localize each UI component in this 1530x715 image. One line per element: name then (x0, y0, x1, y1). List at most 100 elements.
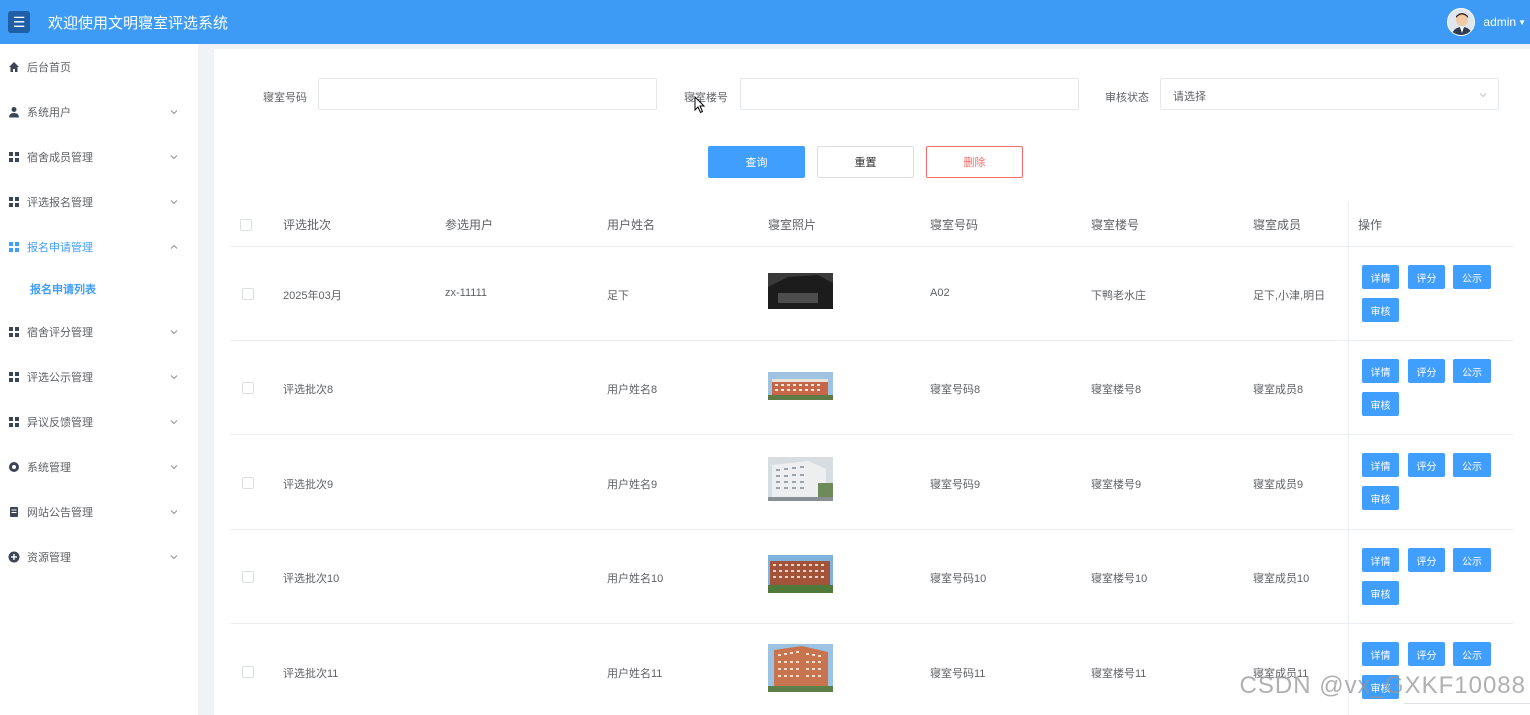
audit-button[interactable]: 审核 (1362, 486, 1399, 510)
sidebar-item-resources[interactable]: 资源管理 (0, 542, 198, 572)
search-button[interactable]: 查询 (708, 146, 805, 178)
chevron-up-icon (170, 244, 178, 249)
row-checkbox[interactable] (242, 477, 254, 489)
hamburger-icon: ☰ (12, 14, 26, 30)
cell-members: 寝室成员8 (1253, 384, 1304, 396)
cell-batch: 评选批次11 (283, 668, 339, 680)
cell-building: 下鸭老水庄 (1091, 290, 1146, 302)
dorm-photo[interactable] (768, 273, 833, 309)
cell-name: 用户姓名9 (607, 479, 658, 491)
column-header-name: 用户姓名 (607, 218, 656, 232)
reset-button[interactable]: 重置 (817, 146, 914, 178)
select-all-checkbox[interactable] (240, 219, 252, 231)
column-header-room-no: 寝室号码 (930, 218, 979, 232)
cell-name: 用户姓名8 (607, 384, 658, 396)
dorm-photo[interactable] (768, 555, 833, 593)
chevron-down-icon (170, 555, 178, 560)
chevron-down-icon (1479, 93, 1487, 98)
sidebar-item-label: 后台首页 (27, 62, 71, 74)
row-checkbox[interactable] (242, 666, 254, 678)
column-header-building: 寝室楼号 (1091, 218, 1140, 232)
ime-toolbar (1404, 703, 1530, 715)
status-select[interactable]: 请选择 (1160, 78, 1499, 110)
gear-icon (8, 461, 20, 473)
grid-icon (8, 151, 20, 163)
publicize-button[interactable]: 公示 (1453, 642, 1491, 666)
publicize-button[interactable]: 公示 (1453, 453, 1491, 477)
sidebar-item-announcements[interactable]: 网站公告管理 (0, 497, 198, 527)
cell-name: 用户姓名11 (607, 668, 663, 680)
column-header-actions: 操作 (1358, 218, 1383, 232)
score-button[interactable]: 评分 (1408, 453, 1445, 477)
table-divider (230, 529, 1513, 530)
dorm-photo[interactable] (768, 372, 833, 400)
sidebar-item-objection-feedback[interactable]: 异议反馈管理 (0, 407, 198, 437)
chevron-down-icon (170, 155, 178, 160)
sidebar-item-publicity[interactable]: 评选公示管理 (0, 362, 198, 392)
sidebar-item-label: 宿舍成员管理 (27, 152, 93, 164)
row-checkbox[interactable] (242, 571, 254, 583)
sidebar: 后台首页 系统用户 宿舍成员管理 评选报名管理 报名申请管理 报名申请列表 宿舍… (0, 44, 198, 715)
score-button[interactable]: 评分 (1408, 548, 1445, 572)
chevron-down-icon[interactable]: ▼ (1518, 18, 1526, 27)
column-header-members: 寝室成员 (1253, 218, 1302, 232)
detail-button[interactable]: 详情 (1362, 548, 1399, 572)
audit-button[interactable]: 审核 (1362, 298, 1399, 322)
cell-building: 寝室楼号11 (1091, 668, 1147, 680)
plus-circle-icon (8, 551, 20, 563)
avatar[interactable] (1447, 8, 1476, 36)
column-header-participant: 参选用户 (445, 218, 494, 232)
sidebar-item-signup-applications[interactable]: 报名申请管理 (0, 232, 198, 262)
publicize-button[interactable]: 公示 (1453, 265, 1491, 289)
sidebar-item-dorm-members[interactable]: 宿舍成员管理 (0, 142, 198, 172)
building-input[interactable] (740, 78, 1079, 110)
chevron-down-icon (170, 420, 178, 425)
cell-building: 寝室楼号10 (1091, 573, 1148, 585)
chevron-down-icon (170, 330, 178, 335)
detail-button[interactable]: 详情 (1362, 453, 1399, 477)
watermark: CSDN @vx_GXKF10088 (1239, 672, 1526, 699)
sidebar-item-label: 网站公告管理 (27, 507, 93, 519)
row-checkbox[interactable] (242, 288, 254, 300)
row-checkbox[interactable] (242, 382, 254, 394)
column-header-batch: 评选批次 (283, 218, 332, 232)
audit-button[interactable]: 审核 (1362, 392, 1399, 416)
grid-icon (8, 241, 20, 253)
score-button[interactable]: 评分 (1408, 265, 1445, 289)
dorm-photo[interactable] (768, 457, 833, 501)
score-button[interactable]: 评分 (1408, 359, 1445, 383)
room-no-input[interactable] (318, 78, 657, 110)
publicize-button[interactable]: 公示 (1453, 548, 1491, 572)
user-icon (8, 106, 20, 118)
menu-toggle-button[interactable]: ☰ (8, 11, 30, 33)
top-header: ☰ 欢迎使用文明寝室评选系统 admin ▼ (0, 0, 1530, 44)
cell-participant: zx-11111 (445, 287, 487, 299)
cell-room-no: 寝室号码11 (930, 668, 986, 680)
sidebar-subitem-signup-list[interactable]: 报名申请列表 (30, 281, 96, 297)
score-button[interactable]: 评分 (1408, 642, 1445, 666)
sidebar-item-selection-signup[interactable]: 评选报名管理 (0, 187, 198, 217)
username[interactable]: admin (1483, 15, 1516, 29)
publicize-button[interactable]: 公示 (1453, 359, 1491, 383)
status-select-placeholder: 请选择 (1173, 91, 1206, 103)
sidebar-item-system-users[interactable]: 系统用户 (0, 97, 198, 127)
user-menu[interactable]: admin ▼ (1447, 0, 1530, 44)
sidebar-item-home[interactable]: 后台首页 (0, 52, 198, 82)
chevron-down-icon (170, 110, 178, 115)
table-divider (230, 246, 1513, 247)
table-divider (230, 434, 1513, 435)
table-divider (230, 340, 1513, 341)
fixed-column-border (1348, 201, 1349, 715)
detail-button[interactable]: 详情 (1362, 265, 1399, 289)
dorm-photo[interactable] (768, 644, 833, 692)
sidebar-item-label: 宿舍评分管理 (27, 327, 93, 339)
app-title: 欢迎使用文明寝室评选系统 (48, 14, 229, 32)
chevron-down-icon (170, 375, 178, 380)
sidebar-item-dorm-scoring[interactable]: 宿舍评分管理 (0, 317, 198, 347)
audit-button[interactable]: 审核 (1362, 581, 1399, 605)
detail-button[interactable]: 详情 (1362, 642, 1399, 666)
sidebar-item-system-management[interactable]: 系统管理 (0, 452, 198, 482)
detail-button[interactable]: 详情 (1362, 359, 1399, 383)
delete-button[interactable]: 删除 (926, 146, 1023, 178)
cell-room-no: 寝室号码8 (930, 384, 981, 396)
